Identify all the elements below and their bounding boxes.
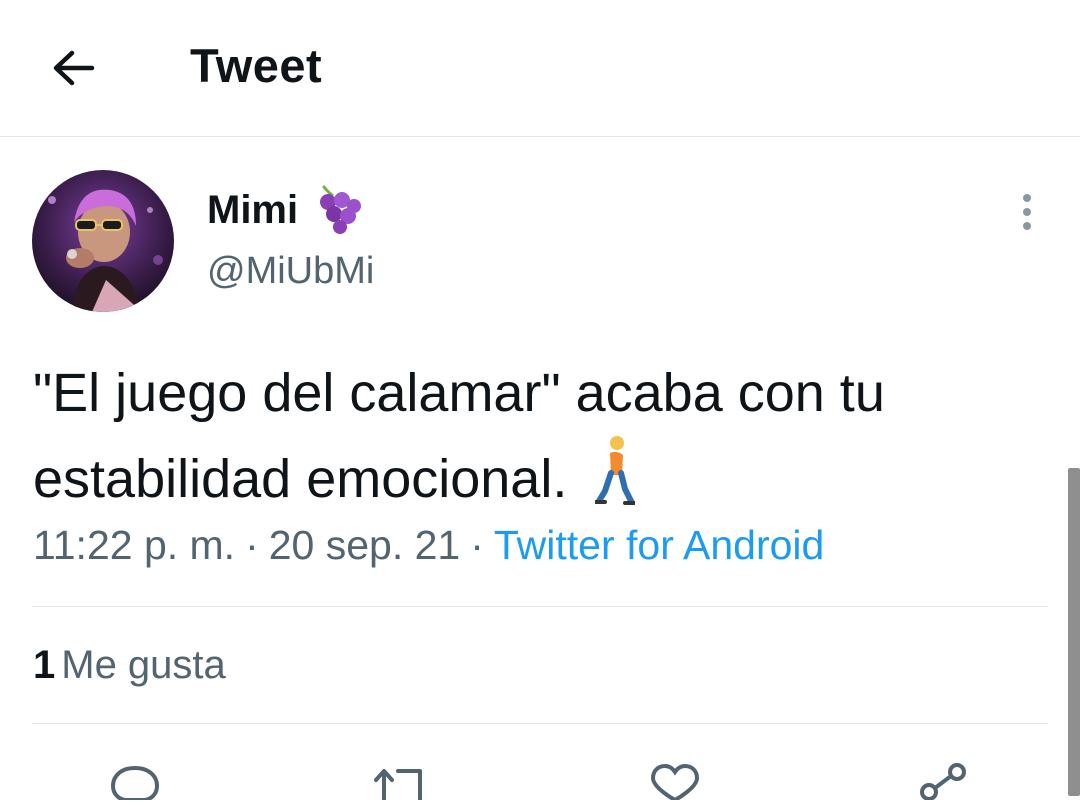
tweet-date[interactable]: 20 sep. 21: [269, 522, 461, 568]
share-button[interactable]: [915, 760, 975, 801]
tweet-time[interactable]: 11:22 p. m.: [33, 522, 235, 568]
more-options-button[interactable]: [1010, 192, 1044, 232]
likes-stat[interactable]: 1 Me gusta: [33, 643, 226, 688]
tweet-text: "El juego del calamar" acaba con tu esta…: [33, 363, 885, 509]
avatar[interactable]: [32, 170, 174, 312]
meta-separator: ·: [245, 522, 259, 568]
divider: [32, 606, 1048, 607]
page-title: Tweet: [190, 39, 323, 92]
likes-label: Me gusta: [61, 643, 226, 687]
like-button[interactable]: [645, 760, 705, 803]
reply-button[interactable]: [105, 760, 165, 802]
likes-count: 1: [33, 643, 56, 687]
grapes-icon: [320, 185, 362, 234]
retweet-button[interactable]: [370, 760, 430, 802]
display-name[interactable]: Mimi: [207, 188, 298, 233]
divider: [32, 723, 1048, 724]
back-button[interactable]: [46, 40, 102, 96]
tweet-metadata: 11:22 p. m. · 20 sep. 21 · Twitter for Andro…: [33, 522, 824, 569]
like-icon: [650, 763, 700, 803]
retweet-icon: [374, 769, 422, 802]
author-name-row: Mimi: [207, 183, 362, 237]
meta-separator: ·: [470, 522, 484, 568]
tweet-source-link[interactable]: Twitter for Android: [494, 522, 824, 568]
scrollbar[interactable]: [1068, 468, 1080, 796]
reply-icon: [110, 765, 160, 802]
tweet-body: "El juego del calamar" acaba con tu esta…: [33, 352, 1063, 531]
user-handle[interactable]: @MiUbMi: [207, 250, 374, 293]
more-vertical-icon: [1023, 194, 1031, 230]
person-walking-icon: [594, 435, 637, 531]
share-icon: [920, 763, 966, 801]
top-bar: Tweet: [0, 0, 1080, 137]
arrow-left-icon: [53, 50, 95, 86]
